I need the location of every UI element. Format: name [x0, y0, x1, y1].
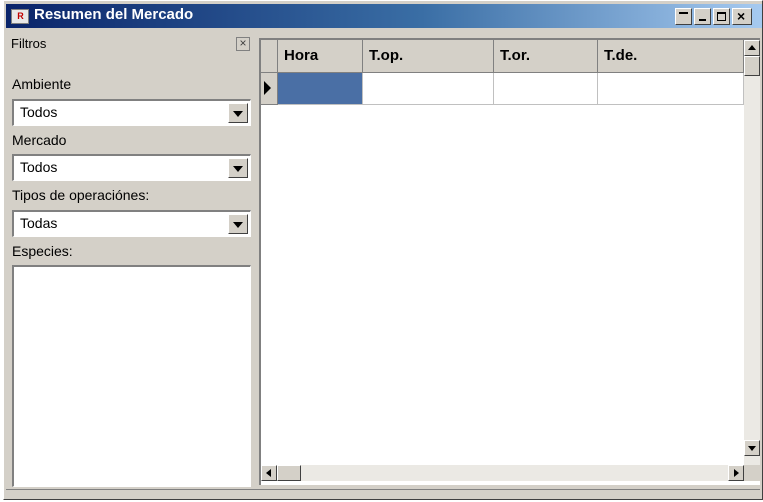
vertical-scrollbar[interactable]	[744, 40, 760, 465]
scroll-down-icon[interactable]	[744, 440, 760, 456]
chevron-down-icon[interactable]	[228, 158, 248, 178]
filters-close-button[interactable]: ×	[236, 37, 250, 51]
column-header-hora[interactable]: Hora	[278, 40, 363, 73]
column-header-label: T.op.	[369, 47, 404, 64]
window-title: Resumen del Mercado	[34, 6, 194, 23]
grid-empty-area	[278, 105, 744, 462]
scroll-right-icon[interactable]	[728, 465, 744, 481]
operations-grid[interactable]: Hora T.op. T.or. T.de.	[259, 38, 760, 485]
horizontal-scroll-thumb[interactable]	[277, 465, 301, 481]
especies-label: Especies:	[12, 243, 73, 259]
app-logo-icon[interactable]: R	[11, 9, 29, 24]
tipos-select[interactable]: Todas	[12, 210, 251, 237]
filters-panel: Filtros × Ambiente Todos Mercado Todos T…	[8, 33, 254, 488]
horizontal-scrollbar[interactable]	[261, 465, 744, 481]
column-header-label: T.or.	[500, 47, 531, 64]
toolbar-toggle-button[interactable]	[675, 8, 692, 25]
dash-icon	[679, 12, 688, 14]
maximize-button[interactable]	[713, 8, 730, 25]
row-indicator-icon[interactable]	[261, 73, 278, 105]
chevron-down-icon[interactable]	[228, 214, 248, 234]
column-header-label: T.de.	[604, 47, 638, 64]
app-window: R Resumen del Mercado × Filtros × Ambien…	[3, 0, 763, 500]
ambiente-label: Ambiente	[12, 76, 72, 92]
scroll-left-icon[interactable]	[261, 465, 277, 481]
vertical-scroll-thumb[interactable]	[744, 56, 760, 76]
close-icon: ×	[239, 36, 247, 50]
tipos-value: Todas	[20, 215, 58, 231]
table-cell[interactable]	[278, 73, 363, 105]
title-bar[interactable]: R Resumen del Mercado ×	[6, 4, 762, 28]
close-icon: ×	[737, 8, 746, 24]
column-header-label: Hora	[284, 47, 319, 64]
scroll-up-icon[interactable]	[744, 40, 760, 56]
minimize-icon	[699, 19, 706, 21]
column-header-top[interactable]: T.op.	[363, 40, 494, 73]
table-cell[interactable]	[363, 73, 494, 105]
column-header-tor[interactable]: T.or.	[494, 40, 598, 73]
close-button[interactable]: ×	[732, 8, 752, 25]
minimize-button[interactable]	[694, 8, 711, 25]
table-cell[interactable]	[494, 73, 598, 105]
ambiente-select[interactable]: Todos	[12, 99, 251, 126]
ambiente-value: Todos	[20, 104, 58, 120]
filters-header: Filtros ×	[8, 33, 254, 55]
scrollbar-corner	[744, 465, 760, 481]
mercado-label: Mercado	[12, 132, 67, 148]
filters-title: Filtros	[11, 36, 47, 51]
mercado-select[interactable]: Todos	[12, 154, 251, 181]
maximize-icon	[717, 12, 726, 21]
especies-list[interactable]	[12, 265, 251, 487]
grid-corner-header	[261, 40, 278, 73]
tipos-label: Tipos de operaciónes:	[12, 187, 150, 203]
row-gutter	[261, 105, 278, 462]
table-cell[interactable]	[598, 73, 744, 105]
status-bar	[6, 489, 760, 498]
column-header-tde[interactable]: T.de.	[598, 40, 744, 73]
chevron-down-icon[interactable]	[228, 103, 248, 123]
mercado-value: Todos	[20, 159, 58, 175]
